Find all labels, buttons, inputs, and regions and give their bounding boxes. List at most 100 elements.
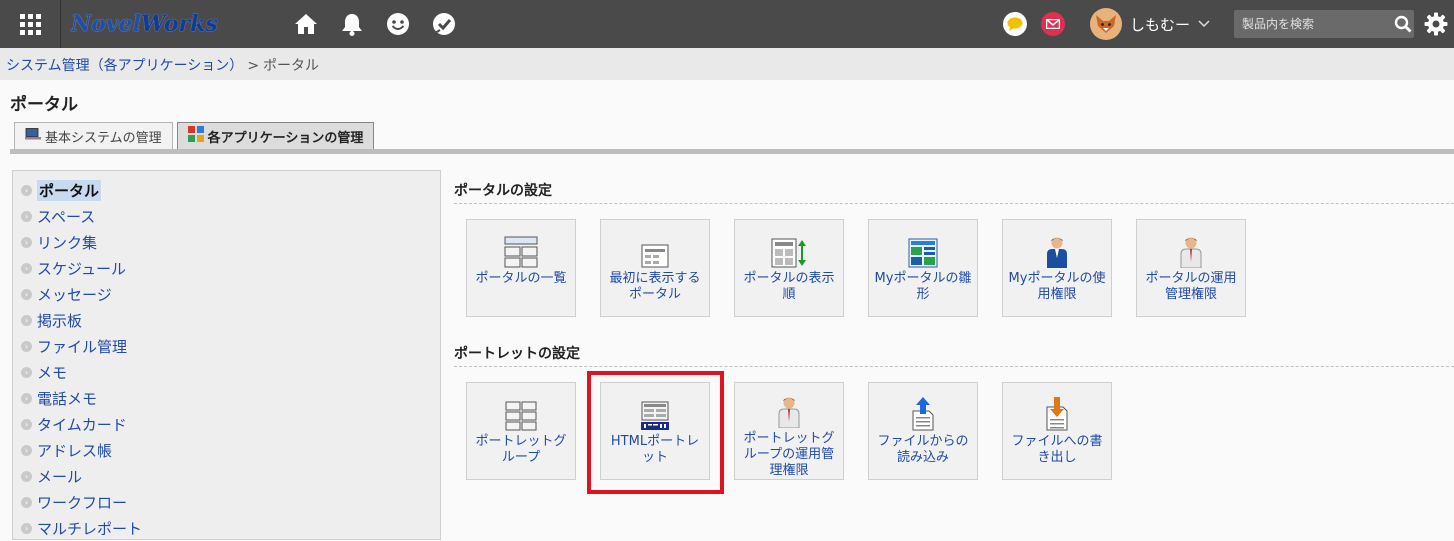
search-button[interactable] bbox=[1392, 10, 1414, 38]
divider bbox=[60, 0, 61, 48]
status-button[interactable] bbox=[375, 0, 421, 48]
mail-circle bbox=[1040, 12, 1065, 36]
section-divider bbox=[454, 203, 1454, 204]
notifications-button[interactable] bbox=[329, 0, 375, 48]
section-title-portal-settings: ポータルの設定 bbox=[454, 183, 552, 199]
bell-icon bbox=[342, 14, 362, 36]
card-portlet-group-admin[interactable]: ポートレットグループの運用管理権限 bbox=[734, 382, 844, 480]
user-menu[interactable]: しもむー bbox=[1089, 8, 1210, 40]
bullet-icon: › bbox=[21, 340, 32, 352]
bullet-icon: › bbox=[21, 236, 32, 248]
mail-icon bbox=[1045, 19, 1060, 29]
card-label: Myポータルの雛形 bbox=[874, 271, 972, 302]
sidebar-item-label: 電話メモ bbox=[37, 389, 98, 408]
search-input[interactable] bbox=[1234, 17, 1392, 31]
sidebar-item-portal[interactable]: › ポータル bbox=[13, 177, 440, 203]
logo-text-novel: Novel bbox=[71, 11, 141, 37]
sidebar-item-label: アドレス帳 bbox=[37, 441, 113, 460]
sidebar-item-mail[interactable]: › メール bbox=[13, 463, 440, 489]
sidebar-item-bulletin[interactable]: › 掲示板 bbox=[13, 307, 440, 333]
sidebar-item-label: ワークフロー bbox=[37, 493, 128, 512]
card-label: ポートレットグループの運用管理権限 bbox=[743, 431, 835, 478]
card-my-portal-template[interactable]: Myポータルの雛形 bbox=[868, 219, 978, 317]
sidebar-item-label: スペース bbox=[37, 207, 96, 226]
search-box bbox=[1234, 10, 1414, 38]
sidebar-item-files[interactable]: › ファイル管理 bbox=[13, 333, 440, 359]
sidebar-item-message[interactable]: › メッセージ bbox=[13, 281, 440, 307]
card-my-portal-permission[interactable]: Myポータルの使用権限 bbox=[1002, 219, 1112, 317]
breadcrumb-separator: > bbox=[247, 58, 260, 74]
sidebar-item-label: スケジュール bbox=[37, 259, 126, 278]
template-icon bbox=[908, 228, 938, 268]
card-display-order[interactable]: ポータルの表示順 bbox=[734, 219, 844, 317]
home-icon bbox=[295, 14, 317, 34]
admin-person-icon bbox=[776, 391, 802, 428]
bullet-icon: › bbox=[21, 210, 32, 222]
sidebar-item-label: リンク集 bbox=[37, 233, 98, 252]
check-chat-icon bbox=[433, 13, 455, 35]
admin-tabs: 基本システムの管理 各アプリケーションの管理 bbox=[14, 122, 378, 149]
breadcrumb-link-system-admin[interactable]: システム管理（各アプリケーション） bbox=[6, 58, 243, 74]
bullet-icon: › bbox=[21, 184, 32, 196]
sidebar-item-timecard[interactable]: › タイムカード bbox=[13, 411, 440, 437]
home-button[interactable] bbox=[283, 0, 329, 48]
card-initial-portal[interactable]: 最初に表示するポータル bbox=[600, 219, 710, 317]
card-export-file[interactable]: ファイルへの書き出し bbox=[1002, 382, 1112, 480]
card-portal-list[interactable]: ポータルの一覧 bbox=[466, 219, 576, 317]
sidebar-item-label: タイムカード bbox=[37, 415, 127, 434]
admin-person-icon bbox=[1178, 228, 1204, 268]
sidebar-item-phone-memo[interactable]: › 電話メモ bbox=[13, 385, 440, 411]
sidebar-item-memo[interactable]: › メモ bbox=[13, 359, 440, 385]
bullet-icon: › bbox=[21, 262, 32, 274]
smiley-icon bbox=[387, 13, 409, 35]
bullet-icon: › bbox=[21, 366, 32, 378]
bullet-icon: › bbox=[21, 522, 32, 534]
sidebar-item-space[interactable]: › スペース bbox=[13, 203, 440, 229]
sidebar-item-address-book[interactable]: › アドレス帳 bbox=[13, 437, 440, 463]
settings-button[interactable] bbox=[1418, 0, 1454, 48]
sidebar-item-multi-report[interactable]: › マルチレポート bbox=[13, 515, 440, 541]
sidebar-item-label: 掲示板 bbox=[37, 311, 83, 330]
card-label: ファイルへの書き出し bbox=[1011, 434, 1103, 465]
card-label: ポータルの運用管理権限 bbox=[1145, 271, 1237, 302]
highlight-frame bbox=[587, 371, 724, 494]
initial-portal-icon bbox=[641, 228, 669, 268]
sidebar-item-links[interactable]: › リンク集 bbox=[13, 229, 440, 255]
card-label: ポートレットグループ bbox=[475, 434, 567, 465]
tab-applications[interactable]: 各アプリケーションの管理 bbox=[176, 122, 375, 149]
bullet-icon: › bbox=[21, 288, 32, 300]
portlet-group-icon bbox=[505, 391, 537, 431]
sidebar-item-label: メッセージ bbox=[37, 285, 112, 304]
app-menu-button[interactable] bbox=[0, 0, 60, 48]
tab-basic-system[interactable]: 基本システムの管理 bbox=[14, 122, 173, 149]
tasks-button[interactable] bbox=[421, 0, 467, 48]
page-title: ポータル bbox=[10, 95, 78, 115]
user-name: しもむー bbox=[1129, 15, 1190, 34]
sidebar-item-workflow[interactable]: › ワークフロー bbox=[13, 489, 440, 515]
apps-icon bbox=[187, 126, 204, 146]
tab-label: 各アプリケーションの管理 bbox=[207, 130, 364, 146]
sidebar-item-schedule[interactable]: › スケジュール bbox=[13, 255, 440, 281]
logo-text-works: Works bbox=[140, 11, 218, 37]
chat-circle bbox=[1002, 12, 1027, 36]
app-logo[interactable]: NovelWorks bbox=[71, 11, 283, 37]
chat-button[interactable] bbox=[996, 0, 1034, 48]
card-label: ポータルの表示順 bbox=[743, 271, 835, 302]
fox-avatar-icon bbox=[1095, 15, 1116, 33]
sidebar: › ポータル › スペース › リンク集 › スケジュール › メッセージ › 掲示板 › フ… bbox=[12, 170, 441, 540]
sidebar-item-label: ファイル管理 bbox=[37, 337, 128, 356]
search-icon bbox=[1394, 15, 1412, 33]
tab-underline bbox=[10, 149, 1454, 154]
card-portlet-group[interactable]: ポートレットグループ bbox=[466, 382, 576, 480]
bullet-icon: › bbox=[21, 314, 32, 326]
computer-icon bbox=[25, 128, 41, 144]
chevron-down-icon bbox=[1198, 17, 1210, 32]
section-divider bbox=[454, 366, 1454, 367]
card-import-file[interactable]: ファイルからの読み込み bbox=[868, 382, 978, 480]
bullet-icon: › bbox=[21, 444, 32, 456]
card-portal-admin-permission[interactable]: ポータルの運用管理権限 bbox=[1136, 219, 1246, 317]
person-icon bbox=[1044, 228, 1070, 268]
bullet-icon: › bbox=[21, 496, 32, 508]
sidebar-item-label: メール bbox=[37, 467, 83, 486]
mail-button[interactable] bbox=[1034, 0, 1072, 48]
